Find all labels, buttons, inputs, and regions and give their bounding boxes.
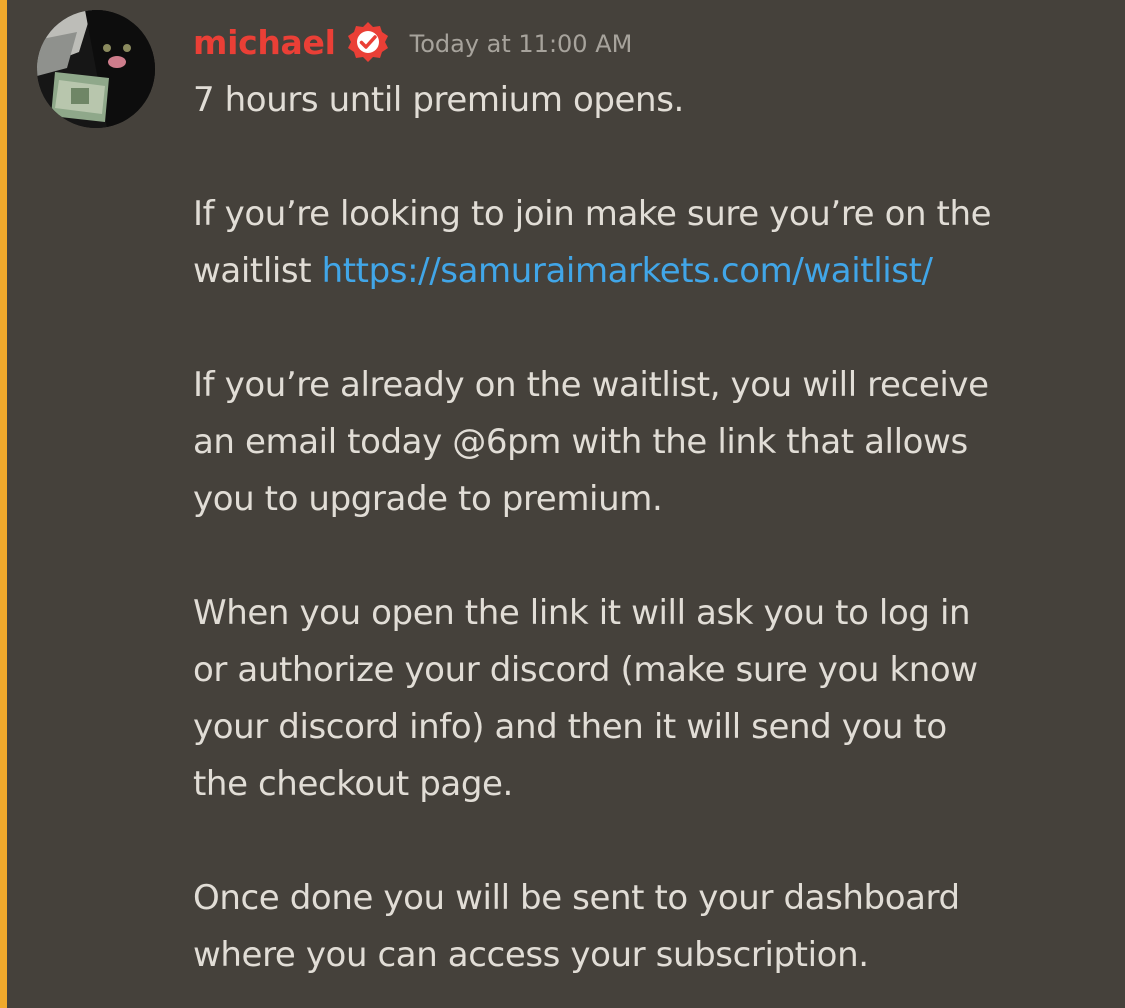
message-content: 7 hours until premium opens. If you’re l… xyxy=(193,72,1098,984)
message-line: your discord info) and then it will send… xyxy=(193,707,947,747)
mention-highlight-bar xyxy=(0,0,7,1008)
verified-check-badge-icon xyxy=(347,22,388,62)
message-line: the checkout page. xyxy=(193,764,513,804)
message-line: When you open the link it will ask you t… xyxy=(193,593,971,633)
message-text: waitlist xyxy=(193,251,312,291)
chat-message: michael Today at 11:00 AM 7 hours until … xyxy=(0,0,1125,1008)
black-cat-holding-money-avatar-icon xyxy=(37,10,155,128)
message-line-with-link: waitlist https://samuraimarkets.com/wait… xyxy=(193,243,1098,300)
waitlist-link[interactable]: https://samuraimarkets.com/waitlist/ xyxy=(322,251,933,291)
message-line: where you can access your subscription. xyxy=(193,935,869,975)
message-timestamp: Today at 11:00 AM xyxy=(409,30,633,58)
message-line: you to upgrade to premium. xyxy=(193,479,663,519)
avatar[interactable] xyxy=(37,10,155,128)
message-line: If you’re looking to join make sure you’… xyxy=(193,194,992,234)
message-header: michael Today at 11:00 AM xyxy=(193,16,632,68)
message-line: 7 hours until premium opens. xyxy=(193,80,684,120)
message-line: an email today @6pm with the link that a… xyxy=(193,422,968,462)
username[interactable]: michael xyxy=(193,23,336,62)
message-line: Once done you will be sent to your dashb… xyxy=(193,878,960,918)
message-line: or authorize your discord (make sure you… xyxy=(193,650,978,690)
message-line: If you’re already on the waitlist, you w… xyxy=(193,365,989,405)
